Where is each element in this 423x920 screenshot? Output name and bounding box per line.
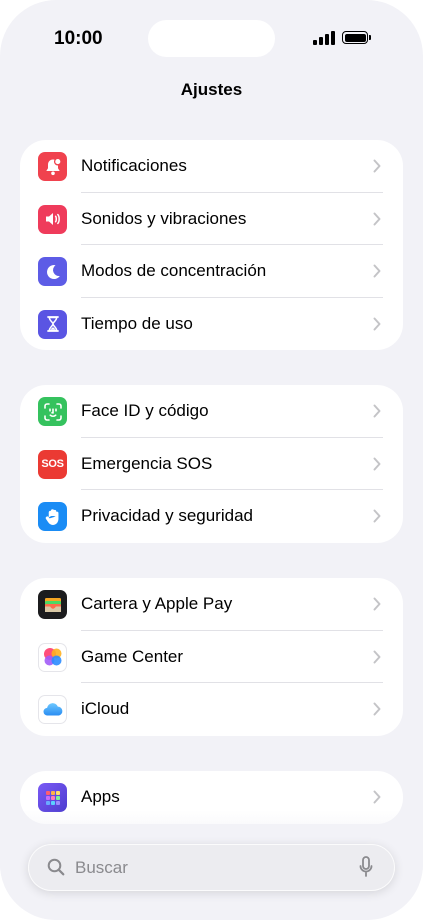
dynamic-island <box>148 20 275 57</box>
settings-row-sonidos[interactable]: Sonidos y vibraciones <box>20 193 403 245</box>
settings-group-1: Notificaciones Sonidos y vibraciones Mod… <box>20 140 403 350</box>
bell-badge-icon <box>38 152 67 181</box>
row-label: Tiempo de uso <box>81 313 193 333</box>
chevron-right-icon <box>373 159 381 173</box>
chevron-right-icon <box>373 702 381 716</box>
wallet-icon <box>38 590 67 619</box>
chevron-right-icon <box>373 457 381 470</box>
settings-row-game-center[interactable]: Game Center <box>20 631 403 683</box>
chevron-right-icon <box>373 264 381 278</box>
search-placeholder: Buscar <box>75 858 128 877</box>
settings-row-tiempo-de-uso[interactable]: Tiempo de uso <box>20 298 403 351</box>
speaker-wave-icon <box>38 204 67 234</box>
status-bar: 10:00 <box>0 0 423 80</box>
settings-group-3: Cartera y Apple Pay Game Center iCloud <box>20 578 403 736</box>
apps-grid-icon <box>38 783 67 812</box>
chevron-right-icon <box>373 790 381 804</box>
search-field[interactable]: Buscar <box>28 844 395 891</box>
row-label: Notificaciones <box>81 156 187 175</box>
hourglass-icon <box>38 309 67 339</box>
row-label: Face ID y código <box>81 401 209 420</box>
microphone-icon[interactable] <box>359 856 373 878</box>
chevron-right-icon <box>373 317 381 330</box>
row-label: Game Center <box>81 646 184 666</box>
row-label: Modos de concentración <box>81 261 267 280</box>
chevron-right-icon <box>373 404 381 418</box>
hand-icon <box>38 502 67 531</box>
settings-group-2: Face ID y código SOS Emergencia SOS Priv… <box>20 385 403 543</box>
chevron-right-icon <box>373 597 381 611</box>
chevron-right-icon <box>373 509 381 523</box>
sos-icon: SOS <box>38 449 67 479</box>
chevron-right-icon <box>373 650 381 663</box>
settings-row-privacidad[interactable]: Privacidad y seguridad <box>20 490 403 543</box>
search-area: Buscar <box>0 810 423 920</box>
cellular-signal-icon <box>313 31 337 45</box>
settings-row-cartera[interactable]: Cartera y Apple Pay <box>20 578 403 631</box>
settings-row-icloud[interactable]: iCloud <box>20 683 403 736</box>
battery-icon <box>342 31 371 44</box>
face-id-icon <box>38 397 67 426</box>
cloud-icon <box>38 695 67 724</box>
settings-row-notificaciones[interactable]: Notificaciones <box>20 140 403 193</box>
row-label: Cartera y Apple Pay <box>81 594 233 613</box>
chevron-right-icon <box>373 212 381 225</box>
settings-row-face-id[interactable]: Face ID y código <box>20 385 403 438</box>
row-label: iCloud <box>81 699 130 718</box>
game-center-icon <box>38 642 67 672</box>
status-time: 10:00 <box>54 28 103 49</box>
row-label: Privacidad y seguridad <box>81 506 253 525</box>
page-title: Ajustes <box>180 80 243 99</box>
moon-icon <box>38 257 67 286</box>
row-label: Sonidos y vibraciones <box>81 208 247 228</box>
row-label: Emergencia SOS <box>81 453 213 473</box>
phone-screen: 10:00 Ajustes Notificaciones Sonidos y v… <box>0 0 423 920</box>
settings-row-emergencia-sos[interactable]: SOS Emergencia SOS <box>20 438 403 490</box>
settings-row-concentracion[interactable]: Modos de concentración <box>20 245 403 298</box>
search-icon <box>47 858 65 876</box>
